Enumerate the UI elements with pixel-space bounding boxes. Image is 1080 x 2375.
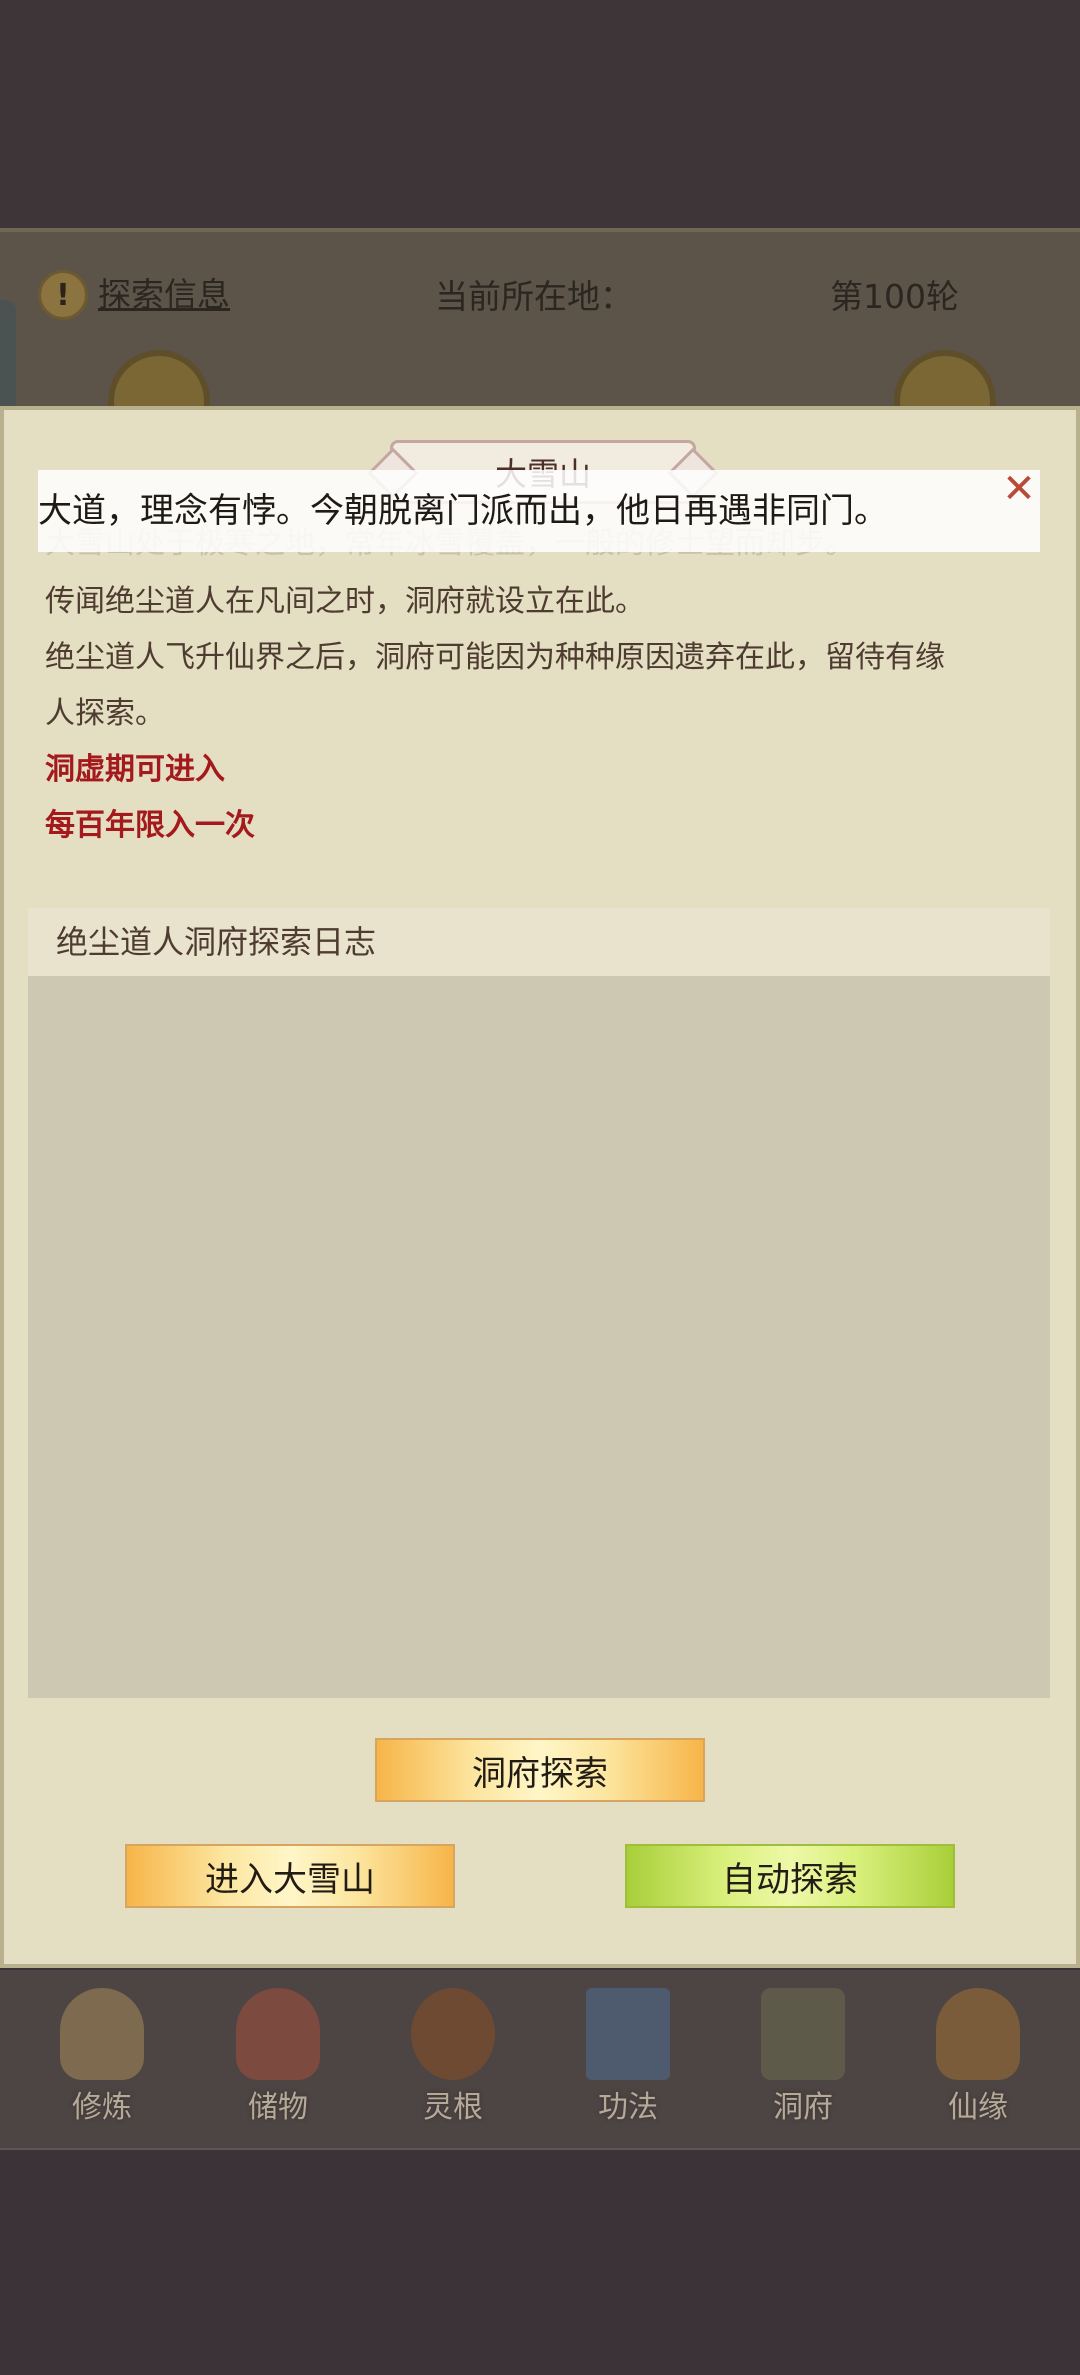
description-line: 人探索。 [45,696,165,731]
nav-label: 修炼 [72,2090,132,2125]
cultivator-icon [60,1988,144,2080]
description-line: 传闻绝尘道人在凡间之时，洞府就设立在此。 [45,584,645,619]
close-icon[interactable]: ✕ [996,468,1042,510]
cave-explore-button[interactable]: 洞府探索 [375,1738,705,1802]
nav-item-fortune[interactable]: 仙缘 [918,1988,1038,2128]
nav-label: 灵根 [423,2090,483,2125]
requirement-frequency: 每百年限入一次 [45,808,255,843]
nav-item-spirit-root[interactable]: 灵根 [393,1988,513,2128]
nav-item-technique[interactable]: 功法 [568,1988,688,2128]
gourd-icon [936,1988,1020,2080]
background-bottom [0,2150,1080,2375]
storage-bag-icon [236,1988,320,2080]
explore-info-link[interactable]: 探索信息 [98,268,230,316]
nav-item-storage[interactable]: 储物 [218,1988,338,2128]
toast-message: 大道，理念有悖。今朝脱离门派而出，他日再遇非同门。 [38,470,1040,552]
background-top [0,0,1080,228]
enter-mountain-button[interactable]: 进入大雪山 [125,1844,455,1908]
nav-label: 功法 [598,2090,658,2125]
technique-book-icon [586,1988,670,2080]
round-counter: 第100轮 [830,277,959,316]
log-title: 绝尘道人洞府探索日志 [28,908,1050,976]
cave-dwelling-icon [761,1988,845,2080]
nav-item-cultivate[interactable]: 修炼 [42,1988,162,2128]
nav-label: 储物 [248,2090,308,2125]
nav-label: 仙缘 [948,2090,1008,2125]
nav-label: 洞府 [773,2090,833,2125]
auto-explore-button[interactable]: 自动探索 [625,1844,955,1908]
explore-info-bar: ! 探索信息 当前所在地： 第100轮 [0,228,1080,452]
requirement-realm: 洞虚期可进入 [45,752,225,787]
spirit-root-icon [411,1988,495,2080]
log-area[interactable] [28,976,1050,1698]
description-line: 绝尘道人飞升仙界之后，洞府可能因为种种原因遗弃在此，留待有缘 [45,640,945,675]
alert-icon: ! [38,270,88,320]
nav-item-cave[interactable]: 洞府 [743,1988,863,2128]
current-location-label: 当前所在地： [435,277,633,316]
bottom-nav: 修炼 储物 灵根 功法 洞府 仙缘 [0,1970,1080,2152]
